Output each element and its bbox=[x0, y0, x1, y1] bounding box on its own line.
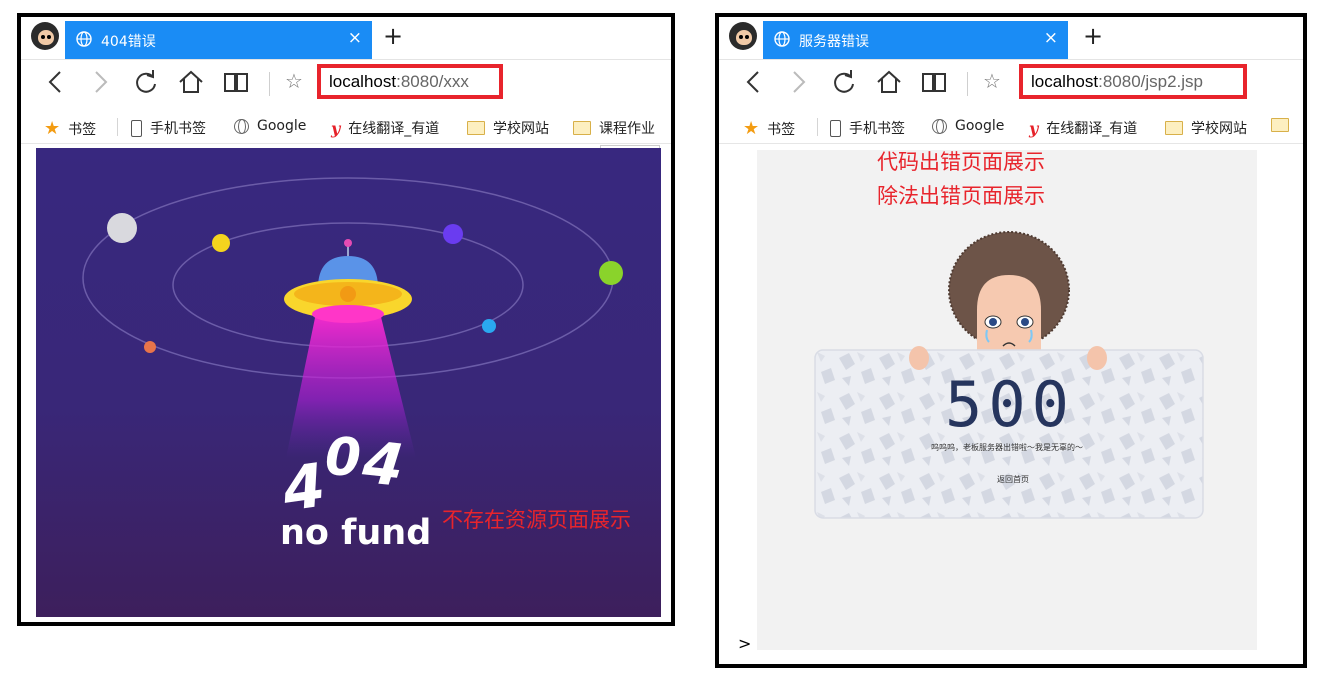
tab-server-error[interactable]: 服务器错误 × bbox=[763, 21, 1068, 59]
bookmark-mobile[interactable]: 手机书签 bbox=[131, 118, 206, 138]
planet-green bbox=[599, 261, 623, 285]
user-avatar[interactable] bbox=[729, 22, 757, 50]
user-avatar[interactable] bbox=[31, 22, 59, 50]
close-tab-icon[interactable]: × bbox=[1044, 28, 1058, 48]
star-filled-icon: ★ bbox=[743, 118, 760, 139]
bookmarks-bar: ★ 书签 手机书签 Google y 在线翻译_有道 学校网站 bbox=[719, 109, 1303, 144]
nav-bar: ☆ localhost:8080/jsp2.jsp bbox=[719, 59, 1303, 109]
bookmark-youdao[interactable]: y 在线翻译_有道 bbox=[1029, 118, 1137, 138]
nav-bar: ☆ localhost:8080/xxx bbox=[21, 59, 671, 109]
new-tab-button[interactable]: + bbox=[383, 22, 403, 50]
tab-title: 服务器错误 bbox=[799, 34, 869, 50]
page-404: 4 0 4 no fund 不存在资源页面展示 bbox=[36, 148, 661, 617]
tab-404[interactable]: 404错误 × bbox=[65, 21, 372, 59]
error-code: 500 bbox=[945, 368, 1075, 441]
bookmark-google[interactable]: Google bbox=[932, 118, 1004, 134]
bookmark-mobile[interactable]: 手机书签 bbox=[830, 118, 905, 138]
forward-icon[interactable] bbox=[85, 67, 115, 97]
address-bar[interactable]: localhost:8080/xxx bbox=[317, 64, 503, 99]
address-bar[interactable]: localhost:8080/jsp2.jsp bbox=[1019, 64, 1247, 99]
globe-icon bbox=[76, 31, 92, 47]
planet-purple bbox=[443, 224, 463, 244]
planet-orange bbox=[144, 341, 156, 353]
folder-icon bbox=[1165, 121, 1183, 135]
home-icon[interactable] bbox=[874, 67, 904, 97]
globe-icon bbox=[932, 118, 947, 134]
left-hand bbox=[909, 346, 929, 370]
bookmark-coursework[interactable]: 课程作业 bbox=[573, 118, 655, 138]
phone-icon bbox=[830, 119, 841, 137]
globe-icon bbox=[234, 118, 249, 134]
back-icon[interactable] bbox=[41, 67, 71, 97]
close-tab-icon[interactable]: × bbox=[348, 28, 362, 48]
bookmark-school[interactable]: 学校网站 bbox=[1165, 118, 1247, 138]
tab-bar: 404错误 × + bbox=[21, 17, 671, 59]
bookmark-google[interactable]: Google bbox=[234, 118, 306, 134]
tab-title: 404错误 bbox=[101, 34, 156, 50]
folder-icon bbox=[1271, 118, 1289, 132]
globe-icon bbox=[774, 31, 790, 47]
right-hand bbox=[1087, 346, 1107, 370]
youdao-icon: y bbox=[1029, 118, 1039, 138]
folder-icon bbox=[467, 121, 485, 135]
star-icon[interactable]: ☆ bbox=[285, 69, 303, 93]
bookmark-youdao[interactable]: y 在线翻译_有道 bbox=[331, 118, 439, 138]
bookmark-school[interactable]: 学校网站 bbox=[467, 118, 549, 138]
reload-icon[interactable] bbox=[131, 67, 161, 97]
star-filled-icon: ★ bbox=[44, 118, 61, 139]
bookmarks-bar: ★ 书签 手机书签 Google y 在线翻译_有道 学校网站 课程作业 bbox=[21, 109, 671, 144]
browser-window-500: 服务器错误 × + ☆ localhost:8080/jsp2.jsp ★ 书签… bbox=[715, 13, 1307, 668]
planet-blue bbox=[482, 319, 496, 333]
bookmark-shuqian[interactable]: ★ 书签 bbox=[743, 118, 795, 139]
error-message: 呜呜呜，老板服务器出错啦～我是无辜的～ bbox=[931, 443, 1083, 452]
phone-icon bbox=[131, 119, 142, 137]
home-link[interactable]: 返回首页 bbox=[997, 474, 1029, 485]
page-500: 代码出错页面展示 除法出错页面展示 500 呜呜呜，老板服务器出错啦～我是无辜的… bbox=[757, 150, 1257, 650]
forward-icon[interactable] bbox=[783, 67, 813, 97]
tab-bar: 服务器错误 × + bbox=[719, 17, 1303, 59]
digit-0: 0 bbox=[325, 428, 362, 488]
reading-mode-icon[interactable] bbox=[919, 67, 949, 97]
planet-yellow bbox=[212, 234, 230, 252]
new-tab-button[interactable]: + bbox=[1083, 22, 1103, 50]
console-prompt: > bbox=[738, 634, 752, 653]
folder-icon bbox=[573, 121, 591, 135]
reading-mode-icon[interactable] bbox=[221, 67, 251, 97]
bookmark-folder-overflow[interactable] bbox=[1271, 118, 1297, 132]
home-icon[interactable] bbox=[176, 67, 206, 97]
annotation-404: 不存在资源页面展示 bbox=[442, 508, 631, 532]
browser-window-404: 404错误 × + ☆ localhost:8080/xxx ★ 书签 手机书签… bbox=[17, 13, 675, 626]
star-icon[interactable]: ☆ bbox=[983, 69, 1001, 93]
bookmark-shuqian[interactable]: ★ 书签 bbox=[44, 118, 96, 139]
digit-4-second: 4 bbox=[359, 428, 407, 500]
back-icon[interactable] bbox=[739, 67, 769, 97]
reload-icon[interactable] bbox=[829, 67, 859, 97]
caption-no-fund: no fund bbox=[280, 513, 432, 553]
planet-grey bbox=[107, 213, 137, 243]
youdao-icon: y bbox=[331, 118, 341, 138]
